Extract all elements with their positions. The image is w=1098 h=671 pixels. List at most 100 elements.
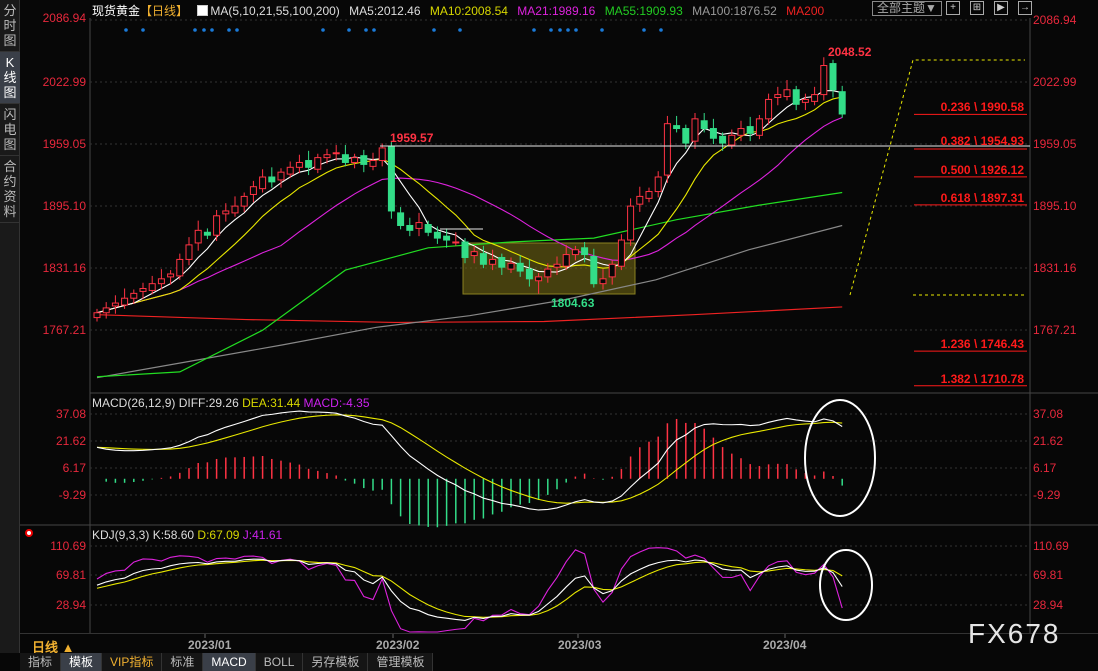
candle-body <box>728 134 736 146</box>
candle-body <box>608 263 616 278</box>
date-label: 2023/03 <box>558 638 602 652</box>
candle-body <box>167 273 175 278</box>
kdj-tick-right: 69.81 <box>1033 568 1064 582</box>
candle-body <box>185 244 193 260</box>
play-icon[interactable]: ▶ <box>994 1 1008 15</box>
event-dot <box>549 28 553 32</box>
candle-body <box>415 222 423 229</box>
event-dot <box>432 28 436 32</box>
kdj-j: J:41.61 <box>242 528 283 542</box>
event-dot <box>642 28 646 32</box>
macd-tick-right: 21.62 <box>1033 434 1064 448</box>
candle-body <box>617 239 625 267</box>
candle-body <box>305 160 313 168</box>
macd-tick-right: 37.08 <box>1033 407 1064 421</box>
candle-body <box>820 65 828 96</box>
event-dot <box>124 28 128 32</box>
macd-tick: 6.17 <box>62 461 86 475</box>
macd-dea-line <box>96 414 843 504</box>
macd-tick-right: -9.29 <box>1033 488 1061 502</box>
candle-body <box>737 128 745 136</box>
candle-body <box>378 147 386 162</box>
candle-body <box>351 157 359 163</box>
candle-body <box>507 262 515 270</box>
tab-macd[interactable]: MACD <box>203 653 256 671</box>
candle-body <box>498 256 506 268</box>
candle-body <box>176 258 184 277</box>
tab-boll[interactable]: BOLL <box>256 653 304 671</box>
candle-body <box>709 128 717 139</box>
tab-vip-indicator[interactable]: VIP指标 <box>102 653 163 671</box>
fib-label: 0.382 \ 1954.93 <box>940 134 1024 148</box>
macd-tick-right: 6.17 <box>1033 461 1057 475</box>
high-label: 2048.52 <box>828 45 872 59</box>
candle-body <box>470 251 478 257</box>
theme-dropdown[interactable]: 全部主题▼ <box>872 1 942 16</box>
candle-body <box>424 224 432 233</box>
projection-line <box>849 59 1025 296</box>
fib-label: 1.236 \ 1746.43 <box>940 337 1024 351</box>
candle-body <box>406 224 414 231</box>
candle-body <box>755 118 763 136</box>
macd-label: MACD(26,12,9) <box>92 396 176 410</box>
tab-save-template[interactable]: 另存模板 <box>303 653 369 671</box>
candle-body <box>801 98 809 103</box>
kdj-k-line <box>96 558 843 622</box>
symbol-name: 现货黄金 <box>92 4 141 18</box>
candle-body <box>516 262 524 272</box>
tab-indicator[interactable]: 指标 <box>20 653 62 671</box>
candle-body <box>148 283 156 291</box>
fib-label: 0.236 \ 1990.58 <box>940 100 1024 114</box>
macd-tick: -9.29 <box>58 488 86 502</box>
ma21-value: MA21:1989.16 <box>517 4 596 18</box>
ma-label: MA(5,10,21,55,100,200) <box>210 4 340 18</box>
candle-body <box>268 176 276 183</box>
candle-body <box>286 166 294 175</box>
kdj-tick: 110.69 <box>50 539 86 553</box>
date-label: 2023/01 <box>188 638 232 652</box>
candle-body <box>213 215 221 236</box>
candle-body <box>811 94 819 102</box>
candle-body <box>700 120 708 130</box>
fib-label: 0.500 \ 1926.12 <box>940 163 1024 177</box>
fib-label: 0.618 \ 1897.31 <box>940 191 1024 205</box>
price-tick-right: 1959.05 <box>1033 137 1077 151</box>
candle-body <box>121 297 129 306</box>
candle-body <box>369 160 377 167</box>
crosshair-icon[interactable]: + <box>946 1 960 15</box>
tab-manage-template[interactable]: 管理模板 <box>368 653 434 671</box>
tab-standard[interactable]: 标准 <box>162 653 204 671</box>
candle-body <box>562 254 570 267</box>
price-tick: 2086.94 <box>42 11 86 25</box>
ma55-value: MA55:1909.93 <box>604 4 683 18</box>
event-dot <box>600 28 604 32</box>
candle-body <box>746 126 754 134</box>
tab-template[interactable]: 模板 <box>61 653 103 671</box>
indicator-settings-icon[interactable] <box>25 529 33 537</box>
date-label: 2023/02 <box>376 638 420 652</box>
candle-body <box>829 63 837 91</box>
macd-tick: 37.08 <box>55 407 86 421</box>
macd-header: MACD(26,12,9) DIFF:29.26 DEA:31.44 MACD:… <box>92 396 370 410</box>
event-dot <box>210 28 214 32</box>
highlight-circle <box>819 549 873 621</box>
kdj-label: KDJ(9,3,3) <box>92 528 150 542</box>
event-dot <box>193 28 197 32</box>
candle-body <box>663 123 671 176</box>
candle-body <box>231 205 239 214</box>
price-tick: 1831.16 <box>42 261 86 275</box>
event-dot <box>566 28 570 32</box>
move-right-icon[interactable]: → <box>1018 1 1032 15</box>
candle-body <box>341 154 349 163</box>
date-axis: 日线 ▲ 2023/01 2023/02 2023/03 2023/04 <box>20 633 1098 655</box>
price-tick-right: 1895.10 <box>1033 199 1077 213</box>
low-label: 1804.63 <box>551 296 595 310</box>
event-dot <box>659 28 663 32</box>
price-tick: 1895.10 <box>42 199 86 213</box>
candle-body <box>277 171 285 181</box>
candle-body <box>433 231 441 239</box>
kdj-k: K:58.60 <box>152 528 195 542</box>
candle-body <box>645 191 653 199</box>
zoom-in-icon[interactable]: ⊞ <box>970 1 984 15</box>
ma100-value: MA100:1876.52 <box>692 4 777 18</box>
